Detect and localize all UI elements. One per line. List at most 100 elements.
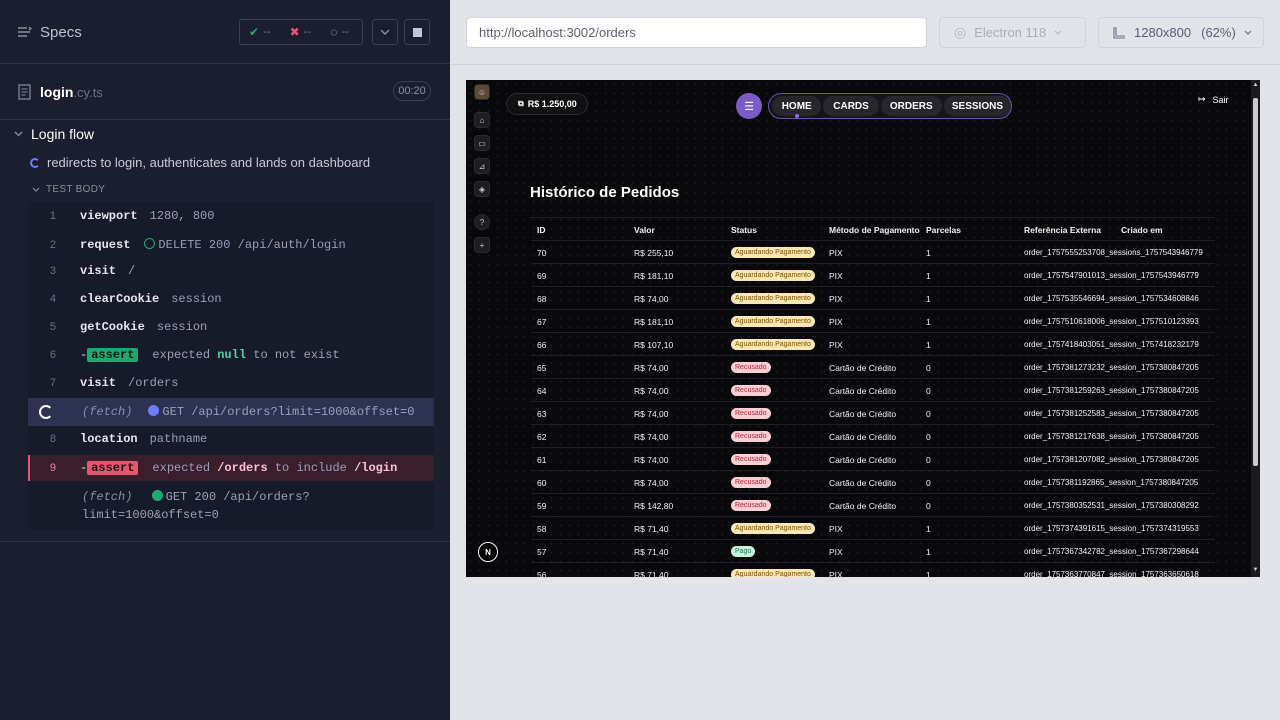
avatar[interactable]: N — [478, 542, 498, 562]
chrome-icon: ◎ — [954, 24, 967, 40]
command-row[interactable]: 8 location pathname — [28, 430, 434, 448]
cell-id: 61 — [537, 454, 547, 465]
chevron-down-icon — [14, 131, 23, 137]
cell-value: R$ 74,00 — [634, 477, 669, 488]
nav-cards[interactable]: CARDS — [823, 96, 879, 116]
table-row[interactable]: 59 R$ 142,80 Recusado Cartão de Crédito 0 ord… — [531, 494, 1215, 517]
cell-method: Cartão de Crédito — [829, 362, 897, 373]
fetch-row-pending[interactable]: (fetch) GET /api/orders?limit=1000&offse… — [28, 398, 434, 426]
table-row[interactable]: 70 R$ 255,10 Aguardando Pagamento PIX 1 order… — [531, 241, 1215, 264]
nav-home[interactable]: HOME — [772, 96, 822, 118]
cell-value: R$ 74,00 — [634, 293, 669, 304]
plus-icon[interactable]: + — [474, 237, 490, 253]
scrollbar[interactable]: ▲ ▼ — [1251, 80, 1260, 577]
table-row[interactable]: 64 R$ 74,00 Recusado Cartão de Crédito 0 orde… — [531, 379, 1215, 402]
failed-count: ✖ -- — [289, 25, 312, 39]
status-badge: Recusado — [731, 500, 771, 511]
browser-selector[interactable]: ◎ Electron 118 — [939, 17, 1086, 48]
help-icon[interactable]: ? — [474, 214, 490, 230]
home-icon[interactable]: ⌂ — [474, 112, 490, 128]
cell-installments: 0 — [926, 408, 931, 419]
command-row[interactable]: 2 request DELETE 200 /api/auth/login — [28, 236, 434, 254]
passed-count: ✔ -- — [249, 25, 271, 39]
nav-orders[interactable]: ORDERS — [880, 96, 942, 116]
cell-reference: order_1757381207082_session_175738084720… — [1024, 455, 1199, 464]
test-title[interactable]: redirects to login, authenticates and la… — [30, 155, 370, 170]
chart-icon[interactable]: ⊿ — [474, 158, 490, 174]
stop-button[interactable] — [404, 19, 430, 45]
cell-value: R$ 74,00 — [634, 408, 669, 419]
list-icon[interactable] — [16, 24, 32, 40]
run-timer: 00:20 — [393, 81, 431, 101]
specs-title[interactable]: Specs — [40, 24, 82, 41]
scroll-down-icon[interactable]: ▼ — [1252, 567, 1259, 573]
assert-row-fail[interactable]: 9 - assert expected /orders to include /l… — [28, 455, 434, 481]
success-dot-icon — [151, 490, 163, 501]
command-row[interactable]: 1 viewport 1280, 800 — [28, 207, 434, 225]
cell-reference: order_1757374391615_session_175737431955… — [1024, 524, 1199, 533]
table-row[interactable]: 69 R$ 181,10 Aguardando Pagamento PIX 1 order… — [531, 264, 1215, 287]
table-row[interactable]: 65 R$ 74,00 Recusado Cartão de Crédito 0 orde… — [531, 356, 1215, 379]
table-row[interactable]: 67 R$ 181,10 Aguardando Pagamento PIX 1 order… — [531, 310, 1215, 333]
table-row[interactable]: 66 R$ 107,10 Aguardando Pagamento PIX 1 order… — [531, 333, 1215, 356]
table-row[interactable]: 62 R$ 74,00 Recusado Cartão de Crédito 0 orde… — [531, 425, 1215, 448]
cell-status: Aguardando Pagamento — [731, 287, 815, 310]
cell-installments: 0 — [926, 477, 931, 488]
cell-method: PIX — [829, 293, 843, 304]
cell-method: Cartão de Crédito — [829, 454, 897, 465]
status-badge: Recusado — [731, 385, 771, 396]
cell-status: Recusado — [731, 379, 771, 402]
table-row[interactable]: 63 R$ 74,00 Recusado Cartão de Crédito 0 orde… — [531, 402, 1215, 425]
cell-method: PIX — [829, 569, 843, 578]
scroll-up-icon[interactable]: ▲ — [1252, 82, 1259, 88]
cell-installments: 1 — [926, 316, 931, 327]
table-row[interactable]: 61 R$ 74,00 Recusado Cartão de Crédito 0 orde… — [531, 448, 1215, 471]
cell-status: Aguardando Pagamento — [731, 563, 815, 577]
fetch-row[interactable]: (fetch) GET 200 /api/orders? limit=1000&… — [28, 488, 434, 524]
table-row[interactable]: 60 R$ 74,00 Recusado Cartão de Crédito 0 orde… — [531, 471, 1215, 494]
card-icon[interactable]: ▭ — [474, 135, 490, 151]
logout-icon: ↦ — [1198, 94, 1206, 104]
spinner-icon — [39, 405, 53, 419]
balance-pill[interactable]: ⧉ R$ 1.250,00 — [506, 93, 588, 115]
status-badge: Recusado — [731, 454, 771, 465]
cell-id: 64 — [537, 385, 547, 396]
url-bar[interactable]: http://localhost:3002/orders — [466, 17, 927, 48]
cell-reference: order_1757381259263_session_175738084720… — [1024, 386, 1199, 395]
cell-method: Cartão de Crédito — [829, 385, 897, 396]
expand-button[interactable] — [372, 19, 398, 45]
logout-button[interactable]: ↦ Sair — [1198, 94, 1229, 105]
status-badge: Aguardando Pagamento — [731, 569, 815, 577]
spec-file-name[interactable]: login.cy.ts — [40, 84, 103, 100]
status-badge: Aguardando Pagamento — [731, 270, 815, 281]
cell-value: R$ 71,40 — [634, 546, 669, 557]
cell-installments: 0 — [926, 385, 931, 396]
app-logo[interactable]: ☺ — [474, 84, 490, 100]
status-badge: Recusado — [731, 408, 771, 419]
menu-icon[interactable]: ☰ — [736, 93, 762, 119]
table-row[interactable]: 68 R$ 74,00 Aguardando Pagamento PIX 1 order_… — [531, 287, 1215, 310]
table-row[interactable]: 57 R$ 71,40 Pago PIX 1 order_1757367342782_se… — [531, 540, 1215, 563]
command-row[interactable]: 7 visit/orders — [28, 374, 434, 392]
suite-title[interactable]: Login flow — [14, 126, 94, 142]
table-row[interactable]: 56 R$ 71,40 Aguardando Pagamento PIX 1 order_… — [531, 563, 1215, 577]
command-row[interactable]: 3 visit / — [28, 262, 434, 280]
assert-row-pass[interactable]: 6 - assert expected null to not exist — [28, 346, 434, 364]
nav-sessions[interactable]: SESSIONS — [943, 96, 1011, 116]
cell-status: Recusado — [731, 425, 771, 448]
cell-status: Aguardando Pagamento — [731, 517, 815, 540]
cell-id: 65 — [537, 362, 547, 373]
cell-method: Cartão de Crédito — [829, 431, 897, 442]
cell-installments: 1 — [926, 247, 931, 258]
command-log: 1 viewport 1280, 800 2 request DELETE 200 /a… — [28, 202, 434, 530]
scroll-thumb[interactable] — [1253, 98, 1258, 466]
status-badge: Aguardando Pagamento — [731, 316, 815, 327]
viewport-selector[interactable]: 1280x800 (62%) — [1098, 17, 1264, 48]
table-header: ID Valor Status Método de Pagamento Parc… — [531, 218, 1215, 241]
command-row[interactable]: 5 getCookie session — [28, 318, 434, 336]
box-icon[interactable]: ◈ — [474, 181, 490, 197]
test-body-toggle[interactable]: TEST BODY — [32, 184, 105, 195]
command-row[interactable]: 4 clearCookie session — [28, 290, 434, 308]
cell-reference: order_1757381192865_session_175738084720… — [1024, 478, 1199, 487]
table-row[interactable]: 58 R$ 71,40 Aguardando Pagamento PIX 1 order_… — [531, 517, 1215, 540]
